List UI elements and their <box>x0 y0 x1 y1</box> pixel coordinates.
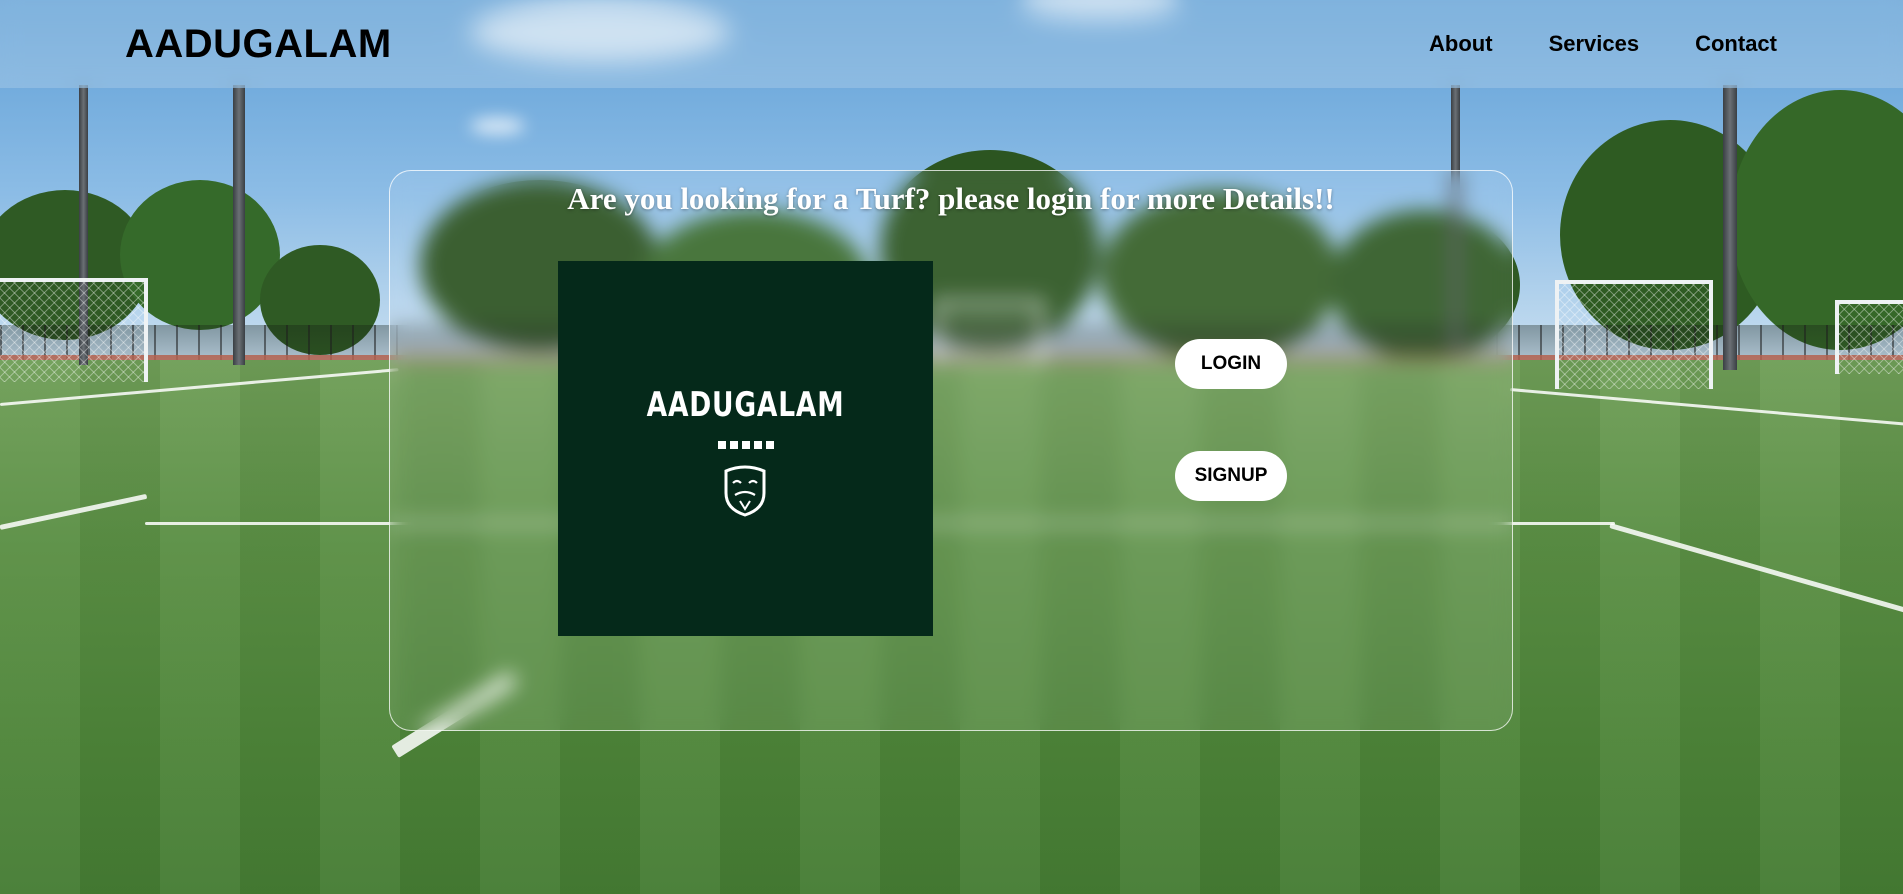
login-prompt-card: Are you looking for a Turf? please login… <box>389 170 1513 731</box>
nav-link-contact[interactable]: Contact <box>1695 31 1777 57</box>
signup-button[interactable]: SIGNUP <box>1175 451 1287 501</box>
mask-shield-icon <box>724 465 766 517</box>
site-brand[interactable]: AADUGALAM <box>125 22 392 67</box>
logo-dots <box>718 441 774 449</box>
nav-link-about[interactable]: About <box>1429 31 1493 57</box>
logo-wordmark: AADUGALAM <box>646 385 845 425</box>
brand-logo: AADUGALAM <box>558 261 933 636</box>
login-button[interactable]: LOGIN <box>1175 339 1287 389</box>
main-nav: About Services Contact <box>1429 31 1777 57</box>
goal-far-right <box>1835 300 1903 374</box>
site-header: AADUGALAM About Services Contact <box>0 0 1903 88</box>
floodlight-pole <box>1723 85 1737 370</box>
nav-link-services[interactable]: Services <box>1549 31 1640 57</box>
goal-left <box>0 278 148 382</box>
floodlight-pole <box>233 85 245 365</box>
cloud <box>470 118 525 134</box>
goal-right <box>1555 280 1713 389</box>
card-title: Are you looking for a Turf? please login… <box>567 181 1335 216</box>
